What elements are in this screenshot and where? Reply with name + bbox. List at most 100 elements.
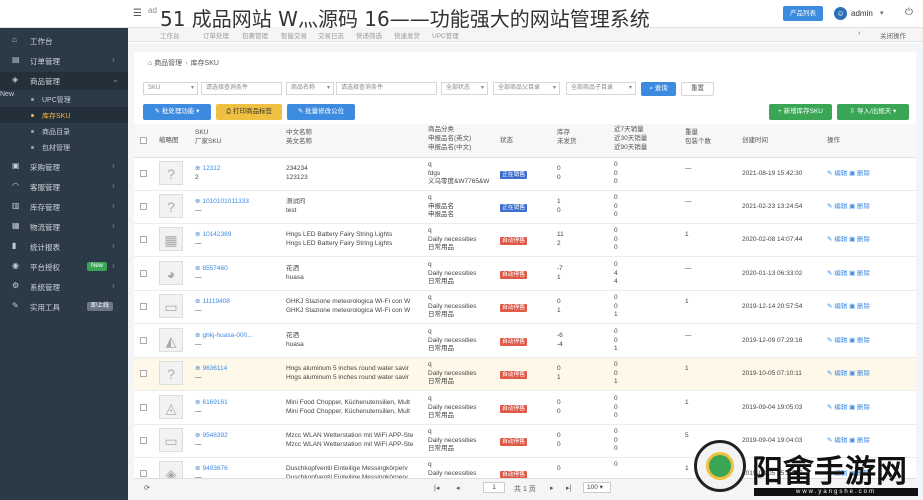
row-checkbox[interactable] — [140, 337, 147, 344]
sidebar-item-6[interactable]: ▦ 物流管理 › — [0, 218, 128, 236]
new-sku-button[interactable]: + 新增库存SKU — [769, 104, 832, 120]
row-checkbox[interactable] — [140, 203, 147, 210]
delete-button[interactable]: ▣ 删除 — [849, 337, 870, 344]
tab-6[interactable]: 快速发货 — [394, 30, 420, 42]
delete-button[interactable]: ▣ 删除 — [849, 370, 870, 377]
edit-button[interactable]: ✎ 编辑 — [827, 303, 847, 310]
expand-icon[interactable]: ⊕ — [195, 465, 200, 472]
expand-icon[interactable]: ⊕ — [195, 198, 200, 205]
name-search-input[interactable]: 请选择查询条件 — [336, 82, 437, 95]
user-avatar-icon[interactable]: ☺ — [834, 7, 847, 20]
sku-link[interactable]: 9636114 — [202, 365, 227, 372]
home-icon[interactable]: ⌂ — [148, 60, 152, 67]
sidebar-item-10[interactable]: ✎ 实用工具 即上线 — [0, 298, 128, 316]
row-checkbox[interactable] — [140, 470, 147, 477]
expand-icon[interactable]: ⊕ — [195, 332, 200, 339]
edit-button[interactable]: ✎ 编辑 — [827, 170, 847, 177]
sidebar-subitem-3[interactable]: 包材管理 — [0, 139, 128, 155]
edit-button[interactable]: ✎ 编辑 — [827, 337, 847, 344]
row-checkbox[interactable] — [140, 404, 147, 411]
table-row[interactable]: ▦ ⊕ 10142389— Hngs LED Battery Fairy String… — [134, 224, 916, 257]
print-labels-button[interactable]: ⎙ 打印商品标签 — [216, 104, 282, 120]
edit-button[interactable]: ✎ 编辑 — [827, 236, 847, 243]
name-field-select[interactable]: 商品名称 ▾ — [286, 82, 334, 95]
tab-4[interactable]: 交易日志 — [318, 30, 344, 42]
sidebar-item-7[interactable]: ▮ 统计报表 › — [0, 238, 128, 256]
user-name[interactable]: admin — [851, 9, 873, 18]
chevron-down-icon[interactable]: ▾ — [880, 9, 884, 17]
row-checkbox[interactable] — [140, 236, 147, 243]
delete-button[interactable]: ▣ 删除 — [849, 170, 870, 177]
tab-7[interactable]: UPC管理 — [432, 30, 459, 42]
next-page-icon[interactable]: ▸ — [550, 484, 554, 492]
select-all-checkbox[interactable] — [140, 137, 147, 144]
sidebar-item-9[interactable]: ⚙ 系统管理 › — [0, 278, 128, 296]
edit-button[interactable]: ✎ 编辑 — [827, 404, 847, 411]
table-row[interactable]: ? ⊕ 12312 2 234234 123123 q fdgs 义乌零度&W7765&W 正在销… — [134, 158, 916, 191]
child-category-select[interactable]: 全部商品子目录 ▾ — [566, 82, 636, 95]
batch-actions-button[interactable]: ✎ 批处理功能 ▾ — [143, 104, 211, 120]
batch-edit-location-button[interactable]: ✎ 批量修改公位 — [287, 104, 355, 120]
page-number-input[interactable]: 1 — [483, 482, 505, 493]
table-row[interactable]: ◬ ⊕ 6169161— Mini Food Chopper, Küchenutens… — [134, 392, 916, 425]
sidebar-item-1[interactable]: ▤ 订单管理 › — [0, 52, 128, 70]
sidebar-item-4[interactable]: ◠ 客服管理 › — [0, 178, 128, 196]
search-button[interactable]: ⌕ 查询 — [641, 82, 676, 96]
sku-link[interactable]: 6169161 — [202, 399, 227, 406]
edit-button[interactable]: ✎ 编辑 — [827, 203, 847, 210]
tab-1[interactable]: 订单处理 — [203, 30, 229, 42]
tab-2[interactable]: 包裹管理 — [242, 30, 268, 42]
product-list-button[interactable]: 产品列表 — [783, 6, 823, 21]
breadcrumb-section[interactable]: 商品管理 — [154, 60, 182, 67]
tab-0[interactable]: 工作台 — [160, 30, 180, 42]
expand-icon[interactable]: ⊕ — [195, 265, 200, 272]
expand-icon[interactable]: ⊕ — [195, 399, 200, 406]
prev-page-icon[interactable]: ◂ — [456, 484, 460, 492]
table-row[interactable]: ? ⊕ 1010101011333— 测试的 test q 申报品名 申报品名 正在销售 1 0 0 0… — [134, 191, 916, 224]
tab-scroll-right-icon[interactable]: › — [858, 30, 860, 37]
expand-icon[interactable]: ⊕ — [195, 231, 200, 238]
sku-link[interactable]: 1010101011333 — [202, 198, 249, 205]
import-export-button[interactable]: ⇩ 导入/出规天 ▾ — [837, 104, 909, 120]
delete-button[interactable]: ▣ 删除 — [849, 203, 870, 210]
delete-button[interactable]: ▣ 删除 — [849, 303, 870, 310]
tab-3[interactable]: 智能交易 — [281, 30, 307, 42]
expand-icon[interactable]: ⊕ — [195, 432, 200, 439]
last-page-icon[interactable]: ▸| — [566, 484, 571, 492]
sku-link[interactable]: 9493676 — [202, 465, 227, 472]
menu-toggle-icon[interactable]: ☰ — [133, 8, 142, 19]
row-checkbox[interactable] — [140, 370, 147, 377]
parent-category-select[interactable]: 全部商品父目录 ▾ — [493, 82, 560, 95]
sidebar-item-5[interactable]: ▥ 库存管理 › — [0, 198, 128, 216]
status-select[interactable]: 全部状态 ▾ — [441, 82, 488, 95]
first-page-icon[interactable]: |◂ — [434, 484, 439, 492]
expand-icon[interactable]: ⊕ — [195, 165, 200, 172]
tab-5[interactable]: 快递筛选 — [356, 30, 382, 42]
sidebar-item-0[interactable]: ⌂ 工作台 — [0, 32, 128, 50]
sidebar-item-2[interactable]: ◈ 商品管理 ⌄ — [0, 72, 128, 90]
reset-button[interactable]: 重置 — [681, 82, 714, 96]
edit-button[interactable]: ✎ 编辑 — [827, 370, 847, 377]
row-checkbox[interactable] — [140, 270, 147, 277]
sku-link[interactable]: 12312 — [202, 165, 220, 172]
edit-button[interactable]: ✎ 编辑 — [827, 270, 847, 277]
table-row[interactable]: ◭ ⊕ ghkj-huasa-000... — 花洒 huasa q Daily necess… — [134, 325, 916, 358]
sku-search-input[interactable]: 请选择查询条件 — [201, 82, 282, 95]
row-checkbox[interactable] — [140, 303, 147, 310]
sidebar-subitem-0[interactable]: UPC管理 New — [0, 91, 128, 107]
table-row[interactable]: ▭ ⊕ 11119408— GHKJ Stazione meteorologica W… — [134, 291, 916, 324]
sidebar-item-3[interactable]: ▣ 采购管理 › — [0, 158, 128, 176]
refresh-icon[interactable]: ⟳ — [144, 484, 150, 492]
row-checkbox[interactable] — [140, 437, 147, 444]
page-size-select[interactable]: 100 ▾ — [583, 482, 611, 493]
delete-button[interactable]: ▣ 删除 — [849, 236, 870, 243]
sidebar-subitem-1[interactable]: 库存SKU — [0, 107, 128, 123]
delete-button[interactable]: ▣ 删除 — [849, 404, 870, 411]
close-operations-menu[interactable]: 关闭操作 — [880, 30, 906, 40]
expand-icon[interactable]: ⊕ — [195, 298, 200, 305]
delete-button[interactable]: ▣ 删除 — [849, 270, 870, 277]
sku-link[interactable]: 10142389 — [202, 231, 231, 238]
expand-icon[interactable]: ⊕ — [195, 365, 200, 372]
sku-link[interactable]: 9548392 — [202, 432, 227, 439]
table-row[interactable]: ◕ ⊕ 8557460— 花洒 huasa q Daily necessities 日常用品自… — [134, 258, 916, 291]
